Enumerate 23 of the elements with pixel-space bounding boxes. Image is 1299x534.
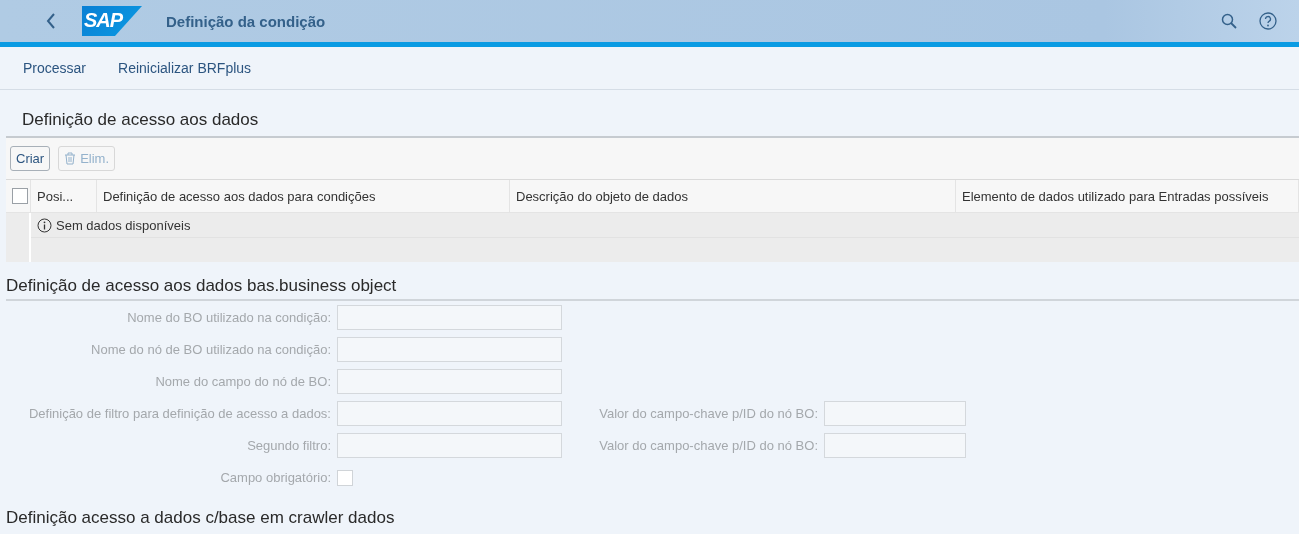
create-button[interactable]: Criar <box>10 146 51 171</box>
field-label: Campo obrigatório: <box>219 470 332 485</box>
logo: SAP <box>82 6 142 36</box>
info-icon <box>37 217 52 233</box>
field-label: Segundo filtro: <box>246 438 332 453</box>
search-icon[interactable] <box>1221 13 1237 29</box>
page-title: Definição da condição <box>166 12 327 30</box>
trash-icon <box>64 152 77 165</box>
back-button[interactable] <box>46 13 56 29</box>
toolbar-link[interactable]: Reinicializar BRFplus <box>118 60 252 76</box>
field-label: Valor do campo-chave p/ID do nó BO: <box>598 438 819 453</box>
section-title: Definição de acesso aos dados <box>21 110 260 130</box>
empty-message: Sem dados disponíveis <box>56 217 191 233</box>
field-label: Nome do BO utilizado na condição: <box>126 310 332 325</box>
field-label: Nome do campo do nó de BO: <box>154 374 332 389</box>
field-label: Nome do nó de BO utilizado na condição: <box>90 342 332 357</box>
help-icon[interactable] <box>1259 12 1277 30</box>
field-label: Definição de filtro para definição de acesso a dados: <box>27 406 332 421</box>
toolbar-link[interactable]: Processar <box>23 60 87 76</box>
field-label: Valor do campo-chave p/ID do nó BO: <box>598 406 819 421</box>
section-title: Definição de acesso aos dados bas.business object <box>6 276 398 296</box>
section-title: Definição acesso a dados c/base em crawler dados <box>5 508 396 528</box>
select-all-checkbox[interactable] <box>12 188 28 204</box>
